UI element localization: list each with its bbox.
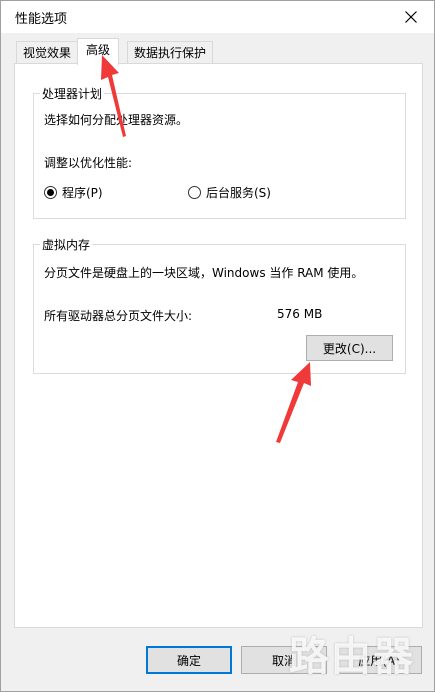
paging-file-description: 分页文件是硬盘上的一块区域，Windows 当作 RAM 使用。: [44, 266, 364, 280]
window-title: 性能选项: [15, 12, 68, 27]
close-button[interactable]: [388, 1, 434, 33]
change-button[interactable]: 更改(C)...: [306, 335, 393, 361]
radio-label: 后台服务(S): [206, 186, 271, 200]
performance-options-dialog: 性能选项 视觉效果 高级 数据执行保护 处理器计划 选择如何分配处理器资源。 调…: [0, 0, 435, 692]
total-paging-size-value: 576 MB: [277, 307, 323, 321]
group-title: 处理器计划: [40, 85, 105, 102]
total-paging-size-label: 所有驱动器总分页文件大小:: [44, 309, 193, 323]
radio-background-services[interactable]: 后台服务(S): [188, 184, 271, 201]
radio-circle: [188, 186, 201, 199]
radio-label: 程序(P): [62, 186, 103, 200]
button-label: 确定: [176, 653, 201, 668]
tab-data-execution-prevention[interactable]: 数据执行保护: [127, 41, 214, 65]
button-label: 更改(C)...: [322, 341, 377, 356]
radio-circle: [44, 186, 57, 199]
tab-label: 高级: [86, 43, 111, 57]
processor-scheduling-group: 处理器计划 选择如何分配处理器资源。 调整以优化性能: 程序(P) 后台服务(S…: [33, 85, 406, 219]
tab-label: 视觉效果: [23, 46, 72, 60]
processor-description: 选择如何分配处理器资源。: [44, 113, 189, 127]
group-title: 虚拟内存: [40, 236, 93, 253]
ok-button[interactable]: 确定: [146, 646, 232, 674]
close-icon: [405, 11, 417, 23]
tab-advanced[interactable]: 高级: [77, 38, 120, 65]
tab-visual-effects[interactable]: 视觉效果: [16, 41, 79, 65]
radio-selected-dot: [47, 189, 54, 196]
watermark-logo: 路由器: [289, 634, 415, 680]
tab-label: 数据执行保护: [134, 46, 207, 60]
advanced-tab-panel: 处理器计划 选择如何分配处理器资源。 调整以优化性能: 程序(P) 后台服务(S…: [14, 63, 423, 628]
virtual-memory-group: 虚拟内存 分页文件是硬盘上的一块区域，Windows 当作 RAM 使用。 所有…: [33, 236, 406, 374]
title-bar: 性能选项: [1, 1, 434, 33]
adjust-performance-label: 调整以优化性能:: [44, 156, 133, 170]
radio-programs[interactable]: 程序(P): [44, 184, 103, 201]
